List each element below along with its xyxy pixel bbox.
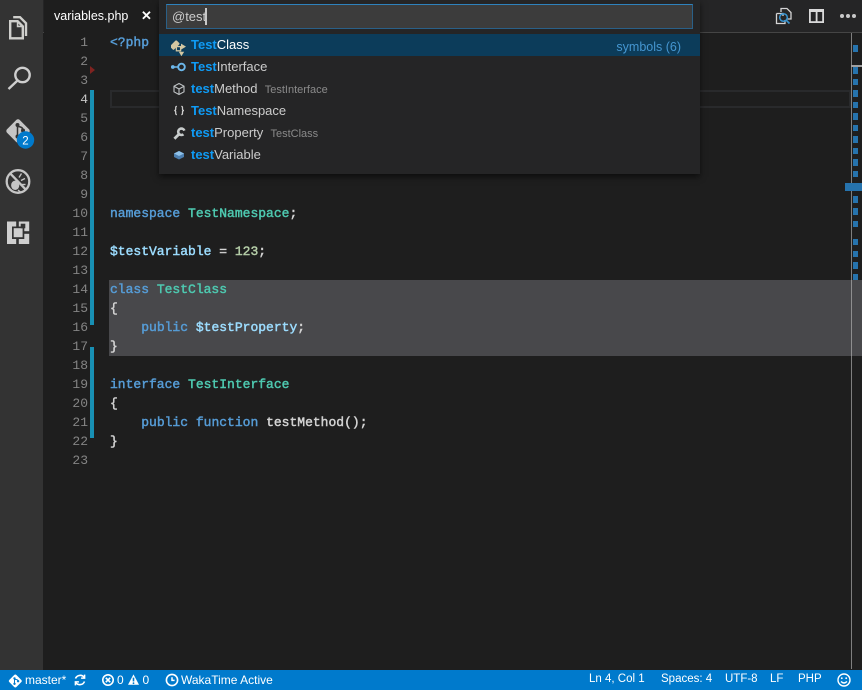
svg-text:2: 2	[22, 136, 28, 148]
